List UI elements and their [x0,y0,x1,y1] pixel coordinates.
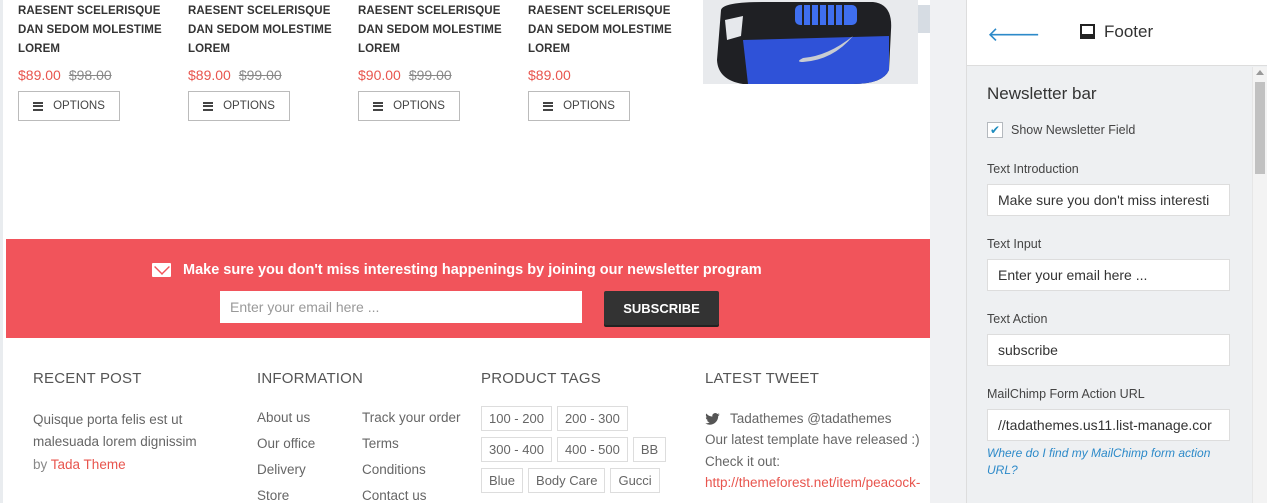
footer-layout-icon [1080,24,1095,39]
tweet-link[interactable]: http://themeforest.net/item/peacock- [705,473,930,493]
sale-price: $89.00 [188,67,231,83]
footer-link[interactable]: Store [257,487,362,503]
recent-post-link[interactable]: Quisque porta felis est ut malesuada lor… [33,409,213,453]
tag[interactable]: 400 - 500 [556,437,628,462]
field-label: Text Action [987,312,1048,326]
customizer-panel: 🡐 Footer Newsletter bar ✔ Show Newslette… [966,0,1267,503]
footer-latest-tweet: LATEST TWEET Tadathemes @tadathemes Our … [705,370,930,493]
panel-header: 🡐 Footer [967,0,1267,66]
tweet-text: Our latest template have released :) Che… [705,432,920,469]
footer-recent-post: RECENT POST Quisque porta felis est ut m… [33,370,213,472]
footer-link[interactable]: Our office [257,435,362,452]
panel-title: Footer [1104,22,1154,41]
field-label: Text Introduction [987,162,1079,176]
tag[interactable]: BB [632,437,667,462]
old-price: $99.00 [408,67,452,83]
options-button[interactable]: OPTIONS [358,91,460,121]
product-card[interactable]: RAESENT SCELERISQUE DAN SEDOM MOLESTIME … [528,2,688,121]
footer-product-tags: PRODUCT TAGS 100 - 200 200 - 300 300 - 4… [481,370,686,493]
product-price: $89.00 $99.00 [188,67,348,83]
recent-post-heading: RECENT POST [33,370,142,387]
author-link[interactable]: Tada Theme [51,457,126,472]
newsletter-text: Make sure you don't miss interesting hap… [152,262,762,278]
old-price: $98.00 [68,67,112,83]
product-image-bag[interactable] [703,0,918,84]
menu-icon [373,101,384,111]
footer-link[interactable]: Track your order [362,409,472,426]
product-tags-heading: PRODUCT TAGS [481,370,601,387]
back-arrow-icon[interactable]: 🡐 [987,22,1041,47]
tag[interactable]: Gucci [610,468,660,493]
envelope-icon [152,263,171,277]
information-links: About us Track your order Our office Ter… [257,409,472,503]
options-label: OPTIONS [563,100,615,112]
menu-icon [543,101,554,111]
menu-icon [33,101,44,111]
recent-post-byline: by Tada Theme [33,457,213,472]
mailchimp-url-input[interactable]: //tadathemes.us11.list-manage.cor [987,409,1230,441]
footer-link[interactable]: Contact us [362,487,472,503]
product-price: $89.00 [528,67,688,83]
twitter-icon [705,413,720,425]
information-heading: INFORMATION [257,370,364,387]
footer-link[interactable]: About us [257,409,362,426]
tag[interactable]: 100 - 200 [481,406,552,431]
newsletter-bar: Make sure you don't miss interesting hap… [6,239,930,338]
subscribe-button[interactable]: SUBSCRIBE [604,291,719,325]
menu-icon [203,101,214,111]
old-price: $99.00 [238,67,282,83]
options-button[interactable]: OPTIONS [188,91,290,121]
footer-information: INFORMATION About us Track your order Ou… [257,370,472,503]
tag-cloud: 100 - 200 200 - 300 300 - 400 400 - 500 … [481,406,686,493]
newsletter-message: Make sure you don't miss interesting hap… [183,262,762,278]
by-label: by [33,457,48,472]
tag[interactable]: 200 - 300 [556,406,628,431]
options-button[interactable]: OPTIONS [18,91,120,121]
sale-price: $89.00 [528,67,571,83]
footer-link[interactable]: Conditions [362,461,472,478]
checkbox-checked-icon[interactable]: ✔ [987,122,1003,138]
tag[interactable]: Blue [481,468,524,493]
latest-tweet-heading: LATEST TWEET [705,370,820,387]
field-label: Text Input [987,237,1042,251]
text-input-field[interactable]: Enter your email here ... [987,259,1230,291]
product-title[interactable]: RAESENT SCELERISQUE DAN SEDOM MOLESTIME … [528,2,688,59]
options-label: OPTIONS [53,100,105,112]
footer-link[interactable]: Terms [362,435,472,452]
options-button[interactable]: OPTIONS [528,91,630,121]
options-label: OPTIONS [223,100,275,112]
newsletter-email-input[interactable] [220,291,582,323]
scrollbar-thumb[interactable] [1255,82,1265,174]
section-title: Newsletter bar [987,84,1097,103]
mailchimp-help-link[interactable]: Where do I find my MailChimp form action… [987,445,1227,479]
panel-body: Newsletter bar ✔ Show Newsletter Field T… [967,67,1252,503]
tag[interactable]: Body Care [528,468,606,493]
preview-gutter [930,0,966,503]
expand-arrow-icon[interactable]: ↗ [918,5,930,33]
panel-scrollbar[interactable] [1252,67,1267,503]
tweet-author-row: Tadathemes @tadathemes [705,409,930,429]
product-price: $89.00 $98.00 [18,67,178,83]
show-newsletter-checkbox[interactable]: ✔ Show Newsletter Field [987,122,1135,138]
product-price: $90.00 $99.00 [358,67,518,83]
sale-price: $89.00 [18,67,61,83]
text-introduction-input[interactable]: Make sure you don't miss interesti [987,184,1230,216]
text-action-input[interactable]: subscribe [987,334,1230,366]
checkbox-label: Show Newsletter Field [1011,123,1136,137]
site-preview: RAESENT SCELERISQUE DAN SEDOM MOLESTIME … [0,0,930,503]
sale-price: $90.00 [358,67,401,83]
product-title[interactable]: RAESENT SCELERISQUE DAN SEDOM MOLESTIME … [358,2,518,59]
product-card[interactable]: RAESENT SCELERISQUE DAN SEDOM MOLESTIME … [18,2,178,121]
field-label: MailChimp Form Action URL [987,387,1145,401]
options-label: OPTIONS [393,100,445,112]
footer-link[interactable]: Delivery [257,461,362,478]
scroll-up-icon[interactable] [1256,70,1264,75]
tag[interactable]: 300 - 400 [481,437,552,462]
product-card[interactable]: RAESENT SCELERISQUE DAN SEDOM MOLESTIME … [188,2,348,121]
product-title[interactable]: RAESENT SCELERISQUE DAN SEDOM MOLESTIME … [188,2,348,59]
product-card[interactable]: RAESENT SCELERISQUE DAN SEDOM MOLESTIME … [358,2,518,121]
tweet-author[interactable]: Tadathemes @tadathemes [730,409,892,429]
product-title[interactable]: RAESENT SCELERISQUE DAN SEDOM MOLESTIME … [18,2,178,59]
